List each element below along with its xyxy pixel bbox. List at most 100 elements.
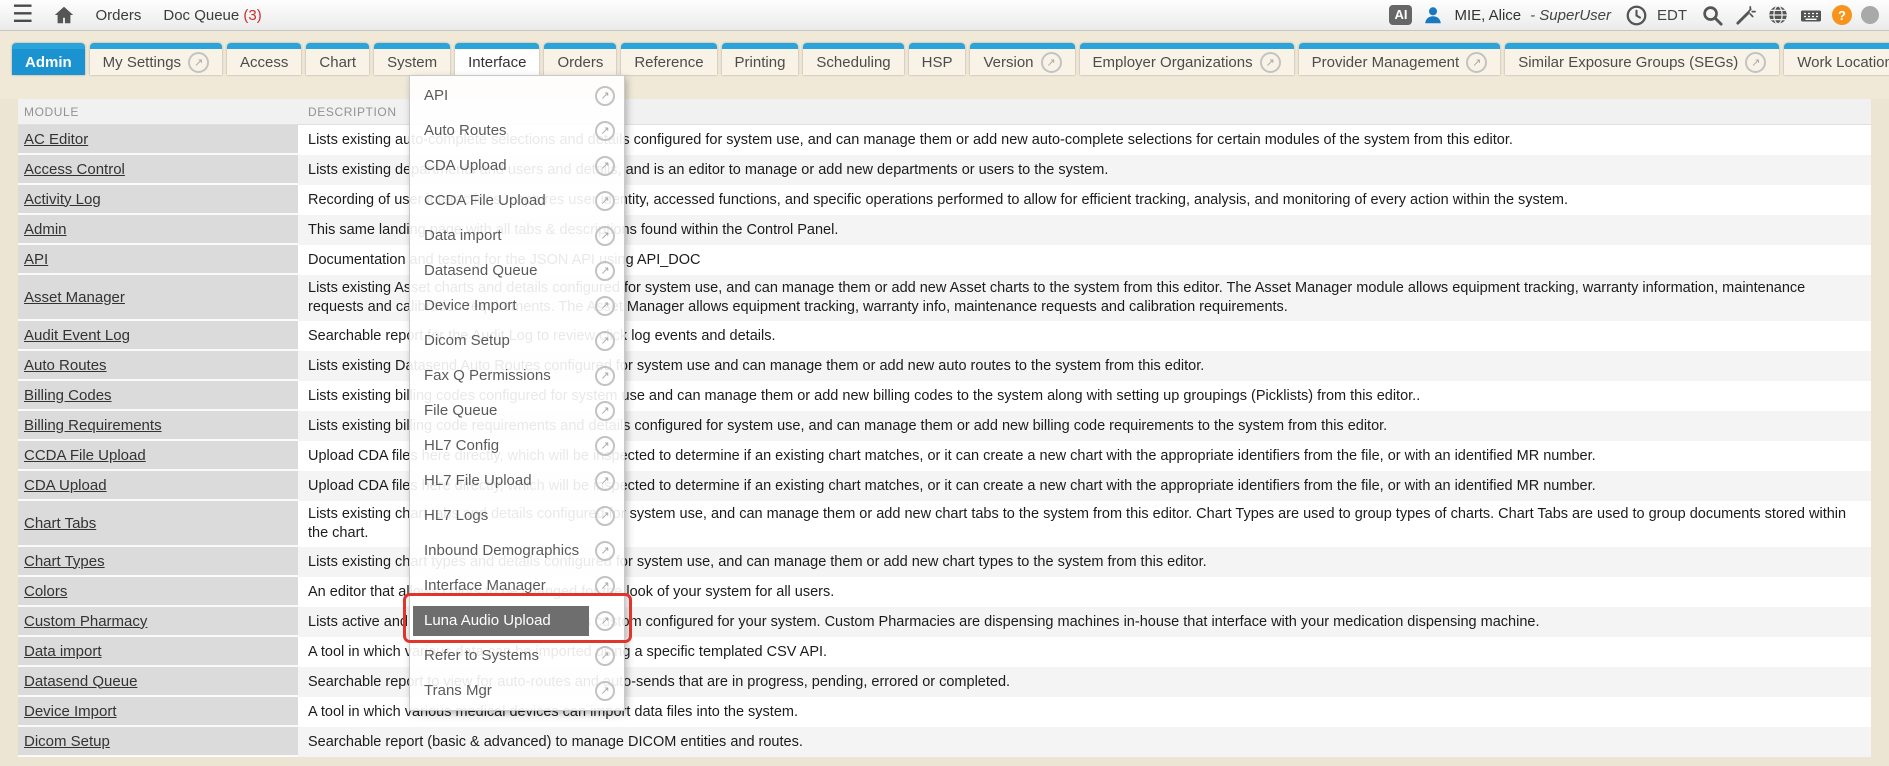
permalink-icon[interactable]: ↗ (595, 506, 615, 526)
menu-item-data-import[interactable]: Data import↗ (410, 218, 624, 253)
menu-item-hl7-file-upload[interactable]: HL7 File Upload↗ (410, 463, 624, 498)
permalink-icon[interactable]: ↗ (595, 471, 615, 491)
menu-item-trans-mgr[interactable]: Trans Mgr↗ (410, 673, 624, 708)
ai-badge[interactable]: AI (1389, 5, 1412, 25)
breadcrumb-doc-queue[interactable]: Doc Queue (3) (163, 7, 261, 24)
user-role: - SuperUser (1530, 7, 1611, 24)
permalink-icon[interactable]: ↗ (595, 226, 615, 246)
module-link-custom-pharmacy[interactable]: Custom Pharmacy (24, 613, 147, 630)
tab-interface[interactable]: Interface (455, 43, 539, 75)
menu-item-device-import[interactable]: Device Import↗ (410, 288, 624, 323)
menu-item-dicom-setup[interactable]: Dicom Setup↗ (410, 323, 624, 358)
module-cell: CDA Upload (18, 471, 298, 501)
module-link-ac-editor[interactable]: AC Editor (24, 131, 88, 148)
permalink-icon[interactable]: ↗ (595, 261, 615, 281)
home-icon[interactable] (52, 3, 76, 27)
tab-label: Orders (557, 54, 603, 71)
timezone-label: EDT (1657, 7, 1687, 24)
tab-orders[interactable]: Orders (544, 43, 616, 75)
tab-label: Similar Exposure Groups (SEGs) (1518, 54, 1738, 71)
module-link-access-control[interactable]: Access Control (24, 161, 125, 178)
hamburger-menu-icon[interactable]: ☰ (8, 3, 38, 27)
module-link-chart-tabs[interactable]: Chart Tabs (24, 515, 96, 532)
permalink-icon[interactable]: ↗ (188, 52, 209, 73)
permalink-icon[interactable]: ↗ (595, 331, 615, 351)
module-link-billing-requirements[interactable]: Billing Requirements (24, 417, 162, 434)
menu-item-datasend-queue[interactable]: Datasend Queue↗ (410, 253, 624, 288)
tab-system[interactable]: System (374, 43, 450, 75)
module-link-activity-log[interactable]: Activity Log (24, 191, 101, 208)
module-link-asset-manager[interactable]: Asset Manager (24, 289, 125, 306)
permalink-icon[interactable]: ↗ (595, 576, 615, 596)
permalink-icon[interactable]: ↗ (1745, 52, 1766, 73)
module-link-billing-codes[interactable]: Billing Codes (24, 387, 112, 404)
module-link-data-import[interactable]: Data import (24, 643, 102, 660)
menu-item-inbound-demographics[interactable]: Inbound Demographics↗ (410, 533, 624, 568)
tab-reference[interactable]: Reference (621, 43, 716, 75)
permalink-icon[interactable]: ↗ (1260, 52, 1281, 73)
module-link-cda-upload[interactable]: CDA Upload (24, 477, 107, 494)
globe-icon[interactable] (1766, 3, 1790, 27)
permalink-icon[interactable]: ↗ (595, 156, 615, 176)
menu-item-hl7-config[interactable]: HL7 Config↗ (410, 428, 624, 463)
search-icon[interactable] (1700, 3, 1724, 27)
permalink-icon[interactable]: ↗ (1466, 52, 1487, 73)
menu-item-refer-to-systems[interactable]: Refer to Systems↗ (410, 638, 624, 673)
clock-icon[interactable] (1624, 3, 1648, 27)
user-avatar-icon[interactable] (1421, 3, 1445, 27)
permalink-icon[interactable]: ↗ (595, 121, 615, 141)
tab-scheduling[interactable]: Scheduling (803, 43, 903, 75)
permalink-icon[interactable]: ↗ (595, 541, 615, 561)
menu-item-luna-audio-upload[interactable]: Luna Audio Upload↗ (410, 603, 624, 638)
permalink-icon[interactable]: ↗ (595, 681, 615, 701)
module-link-device-import[interactable]: Device Import (24, 703, 117, 720)
permalink-icon[interactable]: ↗ (595, 366, 615, 386)
module-link-audit-event-log[interactable]: Audit Event Log (24, 327, 130, 344)
permalink-icon[interactable]: ↗ (595, 611, 615, 631)
user-name[interactable]: MIE, Alice (1454, 7, 1521, 24)
tab-version[interactable]: Version↗ (970, 43, 1074, 75)
breadcrumb-orders[interactable]: Orders (96, 7, 142, 24)
help-icon[interactable]: ? (1832, 5, 1852, 25)
menu-item-ccda-file-upload[interactable]: CCDA File Upload↗ (410, 183, 624, 218)
module-link-admin[interactable]: Admin (24, 221, 67, 238)
tab-similar-exposure-groups-segs[interactable]: Similar Exposure Groups (SEGs) ↗ (1505, 43, 1779, 75)
tab-provider-management[interactable]: Provider Management↗ (1299, 43, 1501, 75)
table-row: Device ImportA tool in which various med… (18, 697, 1871, 727)
keyboard-icon[interactable] (1799, 3, 1823, 27)
permalink-icon[interactable]: ↗ (595, 296, 615, 316)
permalink-icon[interactable]: ↗ (1041, 52, 1062, 73)
module-cell: CCDA File Upload (18, 441, 298, 471)
tab-work-locations[interactable]: Work Locations↗ (1784, 43, 1889, 75)
tab-admin[interactable]: Admin (12, 43, 85, 75)
permalink-icon[interactable]: ↗ (595, 401, 615, 421)
tab-employer-organizations[interactable]: Employer Organizations↗ (1080, 43, 1294, 75)
menu-item-api[interactable]: API↗ (410, 78, 624, 113)
permalink-icon[interactable]: ↗ (595, 436, 615, 456)
menu-item-file-queue[interactable]: File Queue↗ (410, 393, 624, 428)
tab-label: Chart (319, 54, 356, 71)
permalink-icon[interactable]: ↗ (595, 86, 615, 106)
menu-item-label: Data import (413, 227, 595, 244)
menu-item-hl7-logs[interactable]: HL7 Logs↗ (410, 498, 624, 533)
module-link-ccda-file-upload[interactable]: CCDA File Upload (24, 447, 146, 464)
module-link-colors[interactable]: Colors (24, 583, 67, 600)
tab-hsp[interactable]: HSP (909, 43, 966, 75)
menu-item-fax-q-permissions[interactable]: Fax Q Permissions↗ (410, 358, 624, 393)
menu-item-auto-routes[interactable]: Auto Routes↗ (410, 113, 624, 148)
menu-item-interface-manager[interactable]: Interface Manager↗ (410, 568, 624, 603)
module-link-datasend-queue[interactable]: Datasend Queue (24, 673, 137, 690)
permalink-icon[interactable]: ↗ (595, 191, 615, 211)
tab-chart[interactable]: Chart (306, 43, 369, 75)
tab-my-settings[interactable]: My Settings↗ (90, 43, 222, 75)
magic-wand-icon[interactable] (1733, 3, 1757, 27)
module-link-api[interactable]: API (24, 251, 48, 268)
table-row: APIDocumentation and testing for the JSO… (18, 245, 1871, 275)
module-link-auto-routes[interactable]: Auto Routes (24, 357, 107, 374)
permalink-icon[interactable]: ↗ (595, 646, 615, 666)
tab-printing[interactable]: Printing (722, 43, 799, 75)
tab-access[interactable]: Access (227, 43, 301, 75)
menu-item-cda-upload[interactable]: CDA Upload↗ (410, 148, 624, 183)
module-link-chart-types[interactable]: Chart Types (24, 553, 105, 570)
module-link-dicom-setup[interactable]: Dicom Setup (24, 733, 110, 750)
